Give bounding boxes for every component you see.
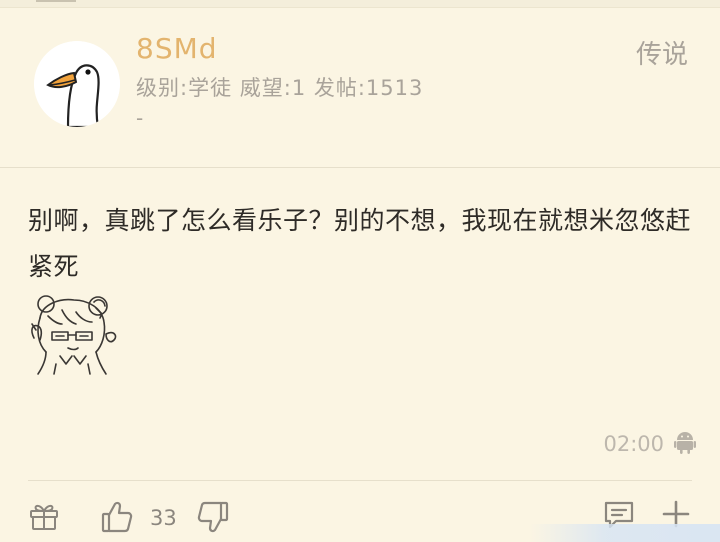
header-divider bbox=[0, 167, 720, 168]
like-button[interactable] bbox=[100, 500, 134, 538]
android-icon bbox=[674, 430, 696, 458]
like-count: 33 bbox=[150, 506, 177, 530]
top-strip-stub bbox=[36, 0, 76, 2]
top-strip bbox=[0, 0, 720, 8]
username[interactable]: 8SMd bbox=[136, 32, 218, 65]
floor-label: 传说 bbox=[635, 40, 688, 70]
goose-avatar-icon bbox=[34, 41, 120, 127]
post-time-row: 02:00 bbox=[603, 430, 696, 458]
user-signature: - bbox=[136, 106, 144, 130]
gift-button[interactable] bbox=[28, 500, 60, 536]
post-content: 别啊，真跳了怎么看乐子？别的不想，我现在就想米忽悠赶紧死 bbox=[28, 206, 692, 281]
avatar[interactable] bbox=[34, 41, 120, 127]
thumbs-up-icon bbox=[100, 500, 134, 538]
footer-divider bbox=[28, 480, 692, 481]
user-meta: 级别:学徒 威望:1 发帖:1513 bbox=[136, 76, 424, 100]
thumbs-down-icon bbox=[196, 500, 230, 538]
gift-icon bbox=[28, 500, 60, 536]
anime-girl-sticker-icon bbox=[26, 294, 122, 376]
dislike-button[interactable] bbox=[196, 500, 230, 538]
post-time: 02:00 bbox=[603, 432, 664, 456]
watermark-overlay bbox=[530, 524, 720, 542]
